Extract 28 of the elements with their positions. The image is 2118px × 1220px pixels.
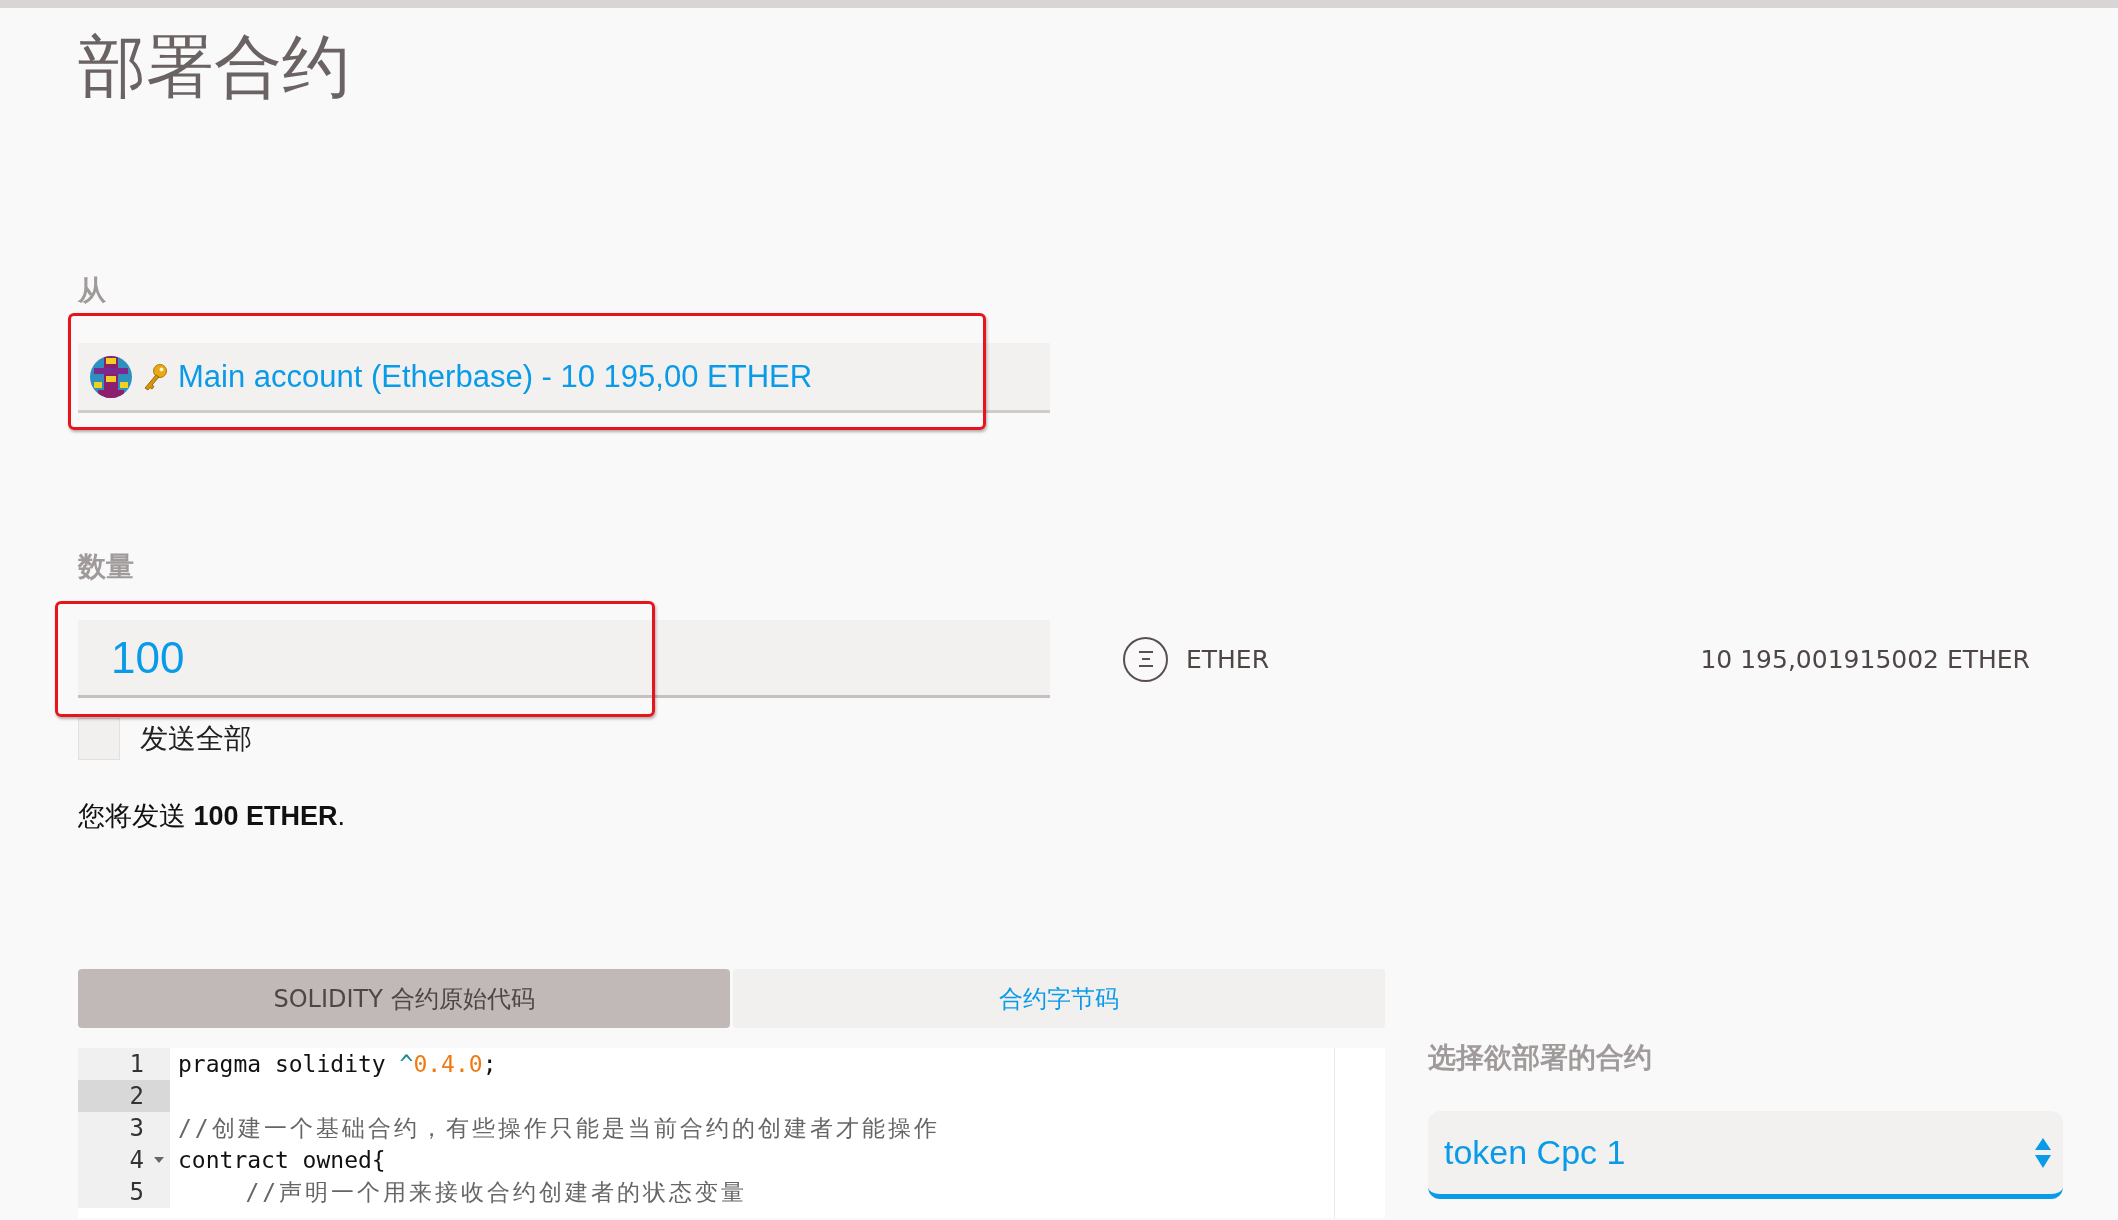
identicon-icon: [90, 355, 132, 398]
balance-text: 10 195,001915002 ETHER: [1700, 644, 2030, 674]
field-label: 数量: [78, 550, 134, 584]
code-line: contract owned{: [178, 1147, 386, 1173]
field-label: 从: [78, 274, 106, 308]
checkbox-label: 发送全部: [140, 722, 252, 756]
code-line: pragma solidity ^0.4.0;: [178, 1051, 497, 1077]
contract-select[interactable]: token Cpc 1: [1428, 1111, 2063, 1199]
line-number: 5: [129, 1178, 144, 1206]
fold-caret-icon[interactable]: [154, 1157, 164, 1163]
editor-tab[interactable]: SOLIDITY 合约原始代码: [78, 969, 730, 1028]
key-icon: [142, 362, 168, 391]
unit-label: ETHER: [1186, 644, 1270, 674]
summary-text: 您将发送 100 ETHER.: [78, 800, 346, 833]
up-down-arrows-icon: [2035, 1137, 2051, 1168]
page-title: 部署合约: [78, 27, 350, 106]
code-line: //创建一个基础合约，有些操作只能是当前合约的创建者才能操作: [178, 1113, 940, 1143]
amount-input[interactable]: 100: [78, 620, 1050, 698]
ether-icon: [1123, 636, 1168, 682]
line-number: 4: [129, 1146, 144, 1174]
line-number: 2: [129, 1082, 144, 1110]
field-label: 选择欲部署的合约: [1428, 1041, 1652, 1075]
send-all-checkbox[interactable]: [78, 718, 120, 760]
code-line: //声明一个用来接收合约创建者的状态变量: [244, 1177, 748, 1207]
line-number: 3: [129, 1114, 144, 1142]
line-number: 1: [129, 1050, 144, 1078]
account-select[interactable]: Main account (Etherbase) - 10 195,00 ETHER: [78, 343, 1050, 413]
editor-tab[interactable]: 合约字节码: [733, 969, 1385, 1028]
